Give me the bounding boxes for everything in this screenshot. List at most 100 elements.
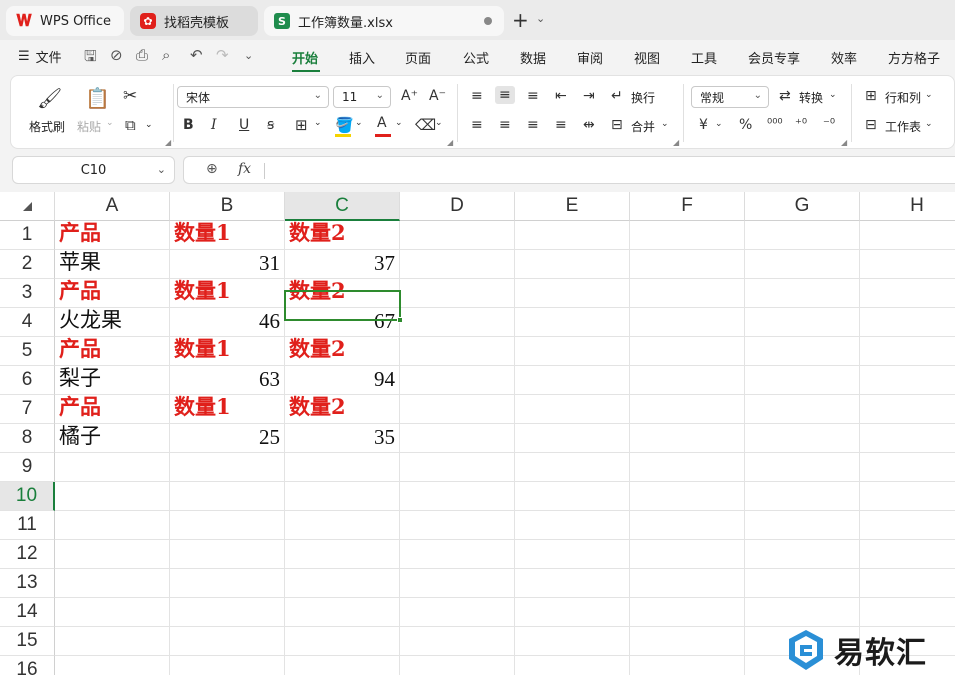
- cell-c6[interactable]: 94: [285, 366, 399, 394]
- new-tab-plus-icon[interactable]: +: [512, 10, 529, 30]
- cell-a4[interactable]: 火龙果: [55, 308, 169, 336]
- tab-formula[interactable]: 公式: [463, 48, 489, 67]
- row-header-6[interactable]: 6: [0, 366, 55, 395]
- align-middle-icon[interactable]: ≡: [495, 86, 515, 104]
- currency-icon[interactable]: ¥: [699, 117, 708, 133]
- cell-b3[interactable]: 数量1: [170, 278, 284, 307]
- paste-icon[interactable]: 📋: [85, 86, 110, 110]
- rows-columns-button[interactable]: 行和列: [885, 89, 921, 106]
- tab-docer-templates[interactable]: ✿ 找稻壳模板: [130, 6, 258, 36]
- tab-workbook[interactable]: S 工作簿数量.xlsx: [264, 6, 504, 36]
- underline-icon[interactable]: U: [239, 117, 249, 133]
- column-header-g[interactable]: G: [745, 192, 860, 221]
- row-header-8[interactable]: 8: [0, 424, 55, 453]
- copy-icon[interactable]: ⧉: [125, 116, 136, 134]
- row-header-5[interactable]: 5: [0, 337, 55, 366]
- chevron-down-icon[interactable]: ⌄: [715, 119, 723, 129]
- rows-columns-icon[interactable]: ⊞: [865, 88, 877, 104]
- row-header-16[interactable]: 16: [0, 656, 55, 675]
- cell-b4[interactable]: 46: [170, 308, 284, 336]
- cell-a5[interactable]: 产品: [55, 336, 169, 365]
- tab-view[interactable]: 视图: [634, 48, 660, 67]
- convert-button[interactable]: 转换: [799, 89, 823, 106]
- undo-icon[interactable]: ↶: [190, 46, 203, 64]
- cell-a8[interactable]: 橘子: [55, 424, 169, 452]
- chevron-down-icon[interactable]: ⌄: [314, 118, 322, 128]
- active-cell-c10[interactable]: [284, 290, 403, 323]
- merge-cells-icon[interactable]: ⊟: [611, 117, 623, 133]
- column-header-h[interactable]: H: [860, 192, 955, 221]
- save-icon[interactable]: 🖫: [84, 46, 97, 71]
- merge-cells-button[interactable]: 合并: [631, 118, 655, 135]
- chevron-down-icon[interactable]: ⌄: [925, 90, 933, 100]
- italic-icon[interactable]: I: [211, 117, 217, 133]
- row-header-12[interactable]: 12: [0, 540, 55, 569]
- row-header-13[interactable]: 13: [0, 569, 55, 598]
- tab-home[interactable]: 开始: [292, 48, 318, 67]
- borders-icon[interactable]: ⊞: [295, 116, 308, 134]
- align-top-icon[interactable]: ≡: [471, 88, 483, 104]
- chevron-down-icon[interactable]: ⌄: [925, 119, 933, 129]
- cell-c7[interactable]: 数量2: [285, 394, 399, 423]
- align-right-icon[interactable]: ≡: [527, 117, 539, 133]
- column-header-d[interactable]: D: [400, 192, 515, 221]
- bold-icon[interactable]: B: [183, 117, 194, 133]
- chevron-down-icon[interactable]: ⌄: [661, 119, 669, 129]
- convert-icon[interactable]: ⇄: [779, 88, 791, 104]
- cut-icon[interactable]: ✂: [123, 86, 137, 106]
- tab-data[interactable]: 数据: [520, 48, 546, 67]
- row-header-3[interactable]: 3: [0, 279, 55, 308]
- tab-tools[interactable]: 工具: [691, 48, 717, 67]
- chevron-down-icon[interactable]: ⌄: [536, 12, 545, 25]
- row-header-9[interactable]: 9: [0, 453, 55, 482]
- cell-a7[interactable]: 产品: [55, 394, 169, 423]
- tab-page[interactable]: 页面: [405, 48, 431, 67]
- font-color-icon[interactable]: A: [377, 115, 387, 131]
- wrap-text-icon[interactable]: ↵: [611, 88, 623, 104]
- decrease-indent-icon[interactable]: ⇤: [555, 88, 567, 104]
- worksheet-icon[interactable]: ⊟: [865, 117, 877, 133]
- increase-decimal-icon[interactable]: ⁺⁰: [795, 117, 807, 132]
- chevron-down-icon[interactable]: ⌄: [829, 90, 837, 100]
- tab-wps-office[interactable]: 𝐖 WPS Office: [6, 6, 124, 36]
- cell-b6[interactable]: 63: [170, 366, 284, 394]
- decrease-font-size-icon[interactable]: A⁻: [429, 88, 446, 104]
- decrease-decimal-icon[interactable]: ⁻⁰: [823, 117, 835, 132]
- column-header-f[interactable]: F: [630, 192, 745, 221]
- print-preview-icon[interactable]: ⌕: [162, 46, 170, 64]
- cell-c5[interactable]: 数量2: [285, 336, 399, 365]
- clipboard-group-expand-icon[interactable]: ◢: [165, 138, 171, 147]
- file-menu[interactable]: ☰ 文件: [18, 47, 62, 66]
- print-icon[interactable]: ⎙: [136, 46, 148, 64]
- format-painter-button[interactable]: 格式刷: [29, 118, 65, 135]
- cell-b2[interactable]: 31: [170, 250, 284, 278]
- paste-button[interactable]: 粘贴: [77, 118, 101, 135]
- quick-access-more-icon[interactable]: ⌄: [244, 49, 253, 62]
- spreadsheet-grid[interactable]: A B C D E F G H 1 2 3 4 5 6 7 8 9 10 11 12 13 14 15 16 产品 数量1 数量2 苹…: [0, 192, 955, 675]
- cell-a6[interactable]: 梨子: [55, 366, 169, 394]
- row-header-1[interactable]: 1: [0, 221, 55, 250]
- font-size-select[interactable]: 11 ⌄: [333, 86, 391, 108]
- align-center-icon[interactable]: ≡: [499, 117, 511, 133]
- row-header-11[interactable]: 11: [0, 511, 55, 540]
- number-group-expand-icon[interactable]: ◢: [841, 138, 847, 147]
- chevron-down-icon[interactable]: ⌄: [395, 118, 403, 128]
- strikethrough-icon[interactable]: ꞩ: [267, 117, 274, 133]
- link-icon[interactable]: ⊘: [110, 46, 123, 64]
- tab-member[interactable]: 会员专享: [748, 48, 800, 67]
- paste-dropdown-icon[interactable]: ⌄: [106, 118, 114, 128]
- cell-b8[interactable]: 25: [170, 424, 284, 452]
- row-header-10[interactable]: 10: [0, 482, 55, 511]
- cell-a1[interactable]: 产品: [55, 220, 169, 249]
- wrap-text-button[interactable]: 换行: [631, 89, 655, 106]
- alignment-group-expand-icon[interactable]: ◢: [673, 138, 679, 147]
- tab-fangfang[interactable]: 方方格子: [888, 48, 940, 67]
- percent-icon[interactable]: %: [739, 117, 752, 133]
- tab-efficiency[interactable]: 效率: [831, 48, 857, 67]
- chevron-down-icon[interactable]: ⌄: [157, 163, 166, 176]
- row-header-15[interactable]: 15: [0, 627, 55, 656]
- select-all-corner[interactable]: [0, 192, 55, 221]
- name-box[interactable]: C10 ⌄: [12, 156, 175, 184]
- row-header-7[interactable]: 7: [0, 395, 55, 424]
- cell-b7[interactable]: 数量1: [170, 394, 284, 423]
